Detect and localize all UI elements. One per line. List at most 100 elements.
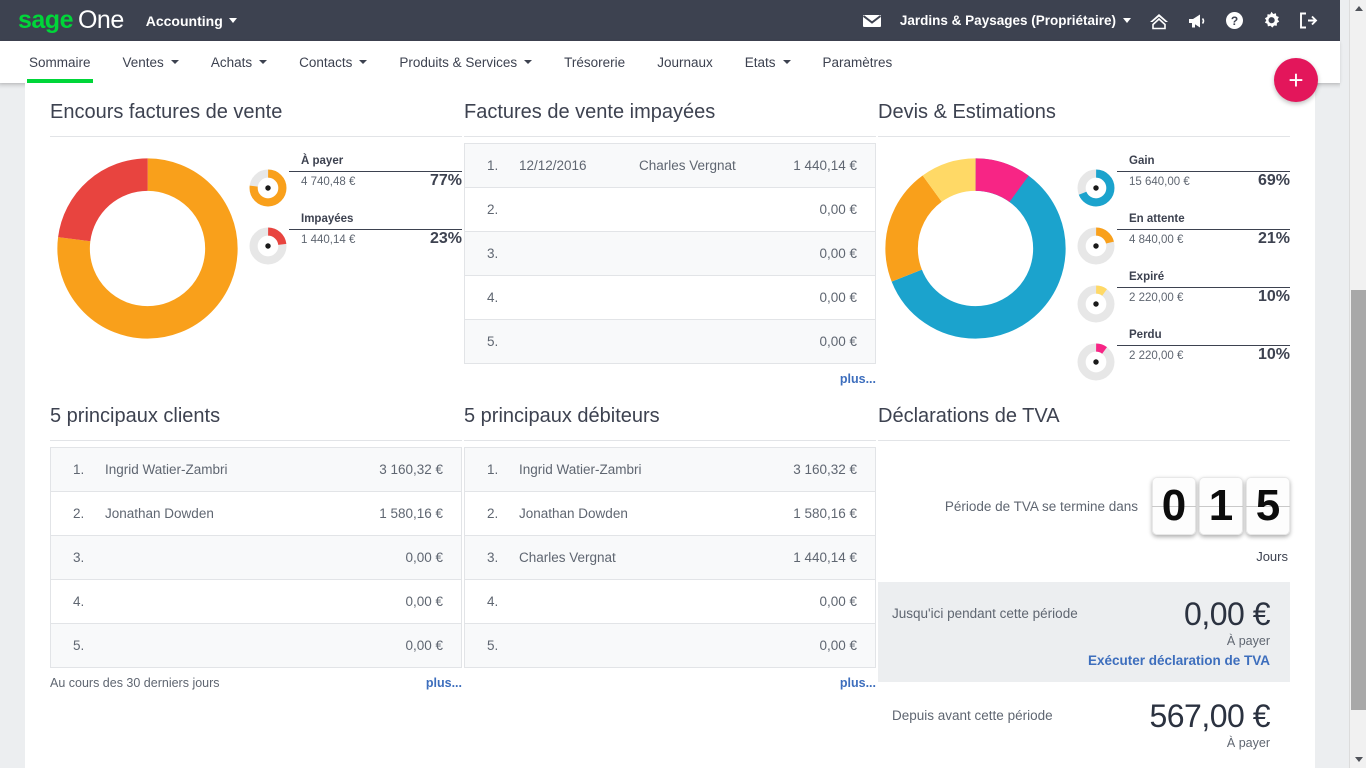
- sage-one-logo[interactable]: sage One: [18, 6, 124, 35]
- nav-item-journaux[interactable]: Journaux: [643, 41, 727, 83]
- nav-item-ventes[interactable]: Ventes: [109, 41, 193, 83]
- nav-item-produits-services[interactable]: Produits & Services: [385, 41, 546, 83]
- previous-period-values: 567,00 € À payer: [1149, 698, 1270, 750]
- nav-item-tresorerie[interactable]: Trésorerie: [550, 41, 639, 83]
- row-amount: 0,00 €: [819, 246, 857, 261]
- row-amount: 1 580,16 €: [793, 506, 857, 521]
- legend-label: Expiré: [1129, 271, 1165, 283]
- legend-item[interactable]: À payer 4 740,48 € 77%: [249, 155, 462, 213]
- table-row[interactable]: 5. 0,00 €: [51, 624, 461, 668]
- legend-percent: 23%: [429, 230, 462, 247]
- table-row[interactable]: 2. Jonathan Dowden 1 580,16 €: [51, 492, 461, 536]
- legend-item[interactable]: Expiré 2 220,00 € 10%: [1077, 271, 1290, 329]
- table-row[interactable]: 3. Charles Vergnat 1 440,14 €: [465, 536, 875, 580]
- row-amount: 1 440,14 €: [793, 550, 857, 565]
- nav-label: Trésorerie: [564, 54, 626, 70]
- nav-item-contacts[interactable]: Contacts: [285, 41, 381, 83]
- legend-label: À payer: [301, 155, 344, 167]
- scroll-up-arrow[interactable]: [1350, 0, 1366, 17]
- table-row[interactable]: 4. 0,00 €: [465, 580, 875, 624]
- company-name: Jardins & Paysages (Propriétaire): [899, 13, 1116, 28]
- table-row[interactable]: 3. 0,00 €: [465, 232, 875, 276]
- vat-countdown: Période de TVA se termine dans 0 1 5: [878, 447, 1290, 535]
- page-root: sage One Accounting Jardins & Paysages (…: [0, 0, 1366, 768]
- home-icon[interactable]: [1149, 12, 1169, 30]
- footnote: Au cours des 30 derniers jours: [50, 676, 220, 690]
- row-index: 4.: [487, 594, 499, 609]
- row-index: 2.: [487, 506, 499, 521]
- logo-sage-text: sage: [18, 6, 73, 34]
- row-amount: 0,00 €: [405, 638, 443, 653]
- nav-item-achats[interactable]: Achats: [197, 41, 281, 83]
- triangle-down-icon: [1354, 757, 1363, 762]
- legend-item[interactable]: Perdu 2 220,00 € 10%: [1077, 329, 1290, 387]
- nav-label: Journaux: [657, 54, 713, 70]
- add-new-button[interactable]: +: [1274, 58, 1318, 102]
- table-row[interactable]: 3. 0,00 €: [51, 536, 461, 580]
- nav-item-sommaire[interactable]: Sommaire: [15, 41, 105, 83]
- row-amount: 1 580,16 €: [379, 506, 443, 521]
- legend-amount: 1 440,14 €: [301, 234, 356, 246]
- legend-amount: 2 220,00 €: [1129, 292, 1184, 304]
- megaphone-icon[interactable]: [1187, 13, 1207, 29]
- page-scrollbar[interactable]: [1349, 0, 1366, 768]
- logout-icon[interactable]: [1299, 12, 1318, 29]
- legend-item[interactable]: En attente 4 840,00 € 21%: [1077, 213, 1290, 271]
- table-row[interactable]: 4. 0,00 €: [51, 580, 461, 624]
- legend-percent: 77%: [429, 172, 462, 189]
- legend-amount: 2 220,00 €: [1129, 350, 1184, 362]
- table-row[interactable]: 2. 0,00 €: [465, 188, 875, 232]
- chart-and-legend: À payer 4 740,48 € 77% Impayées 1 440,14…: [50, 143, 462, 351]
- legend-outstanding: À payer 4 740,48 € 77% Impayées 1 440,14…: [245, 151, 462, 271]
- row-amount: 0,00 €: [819, 202, 857, 217]
- table-row[interactable]: 1. Ingrid Watier-Zambri 3 160,32 €: [465, 448, 875, 492]
- main-navigation: Sommaire Ventes Achats Contacts Produits…: [0, 41, 1340, 83]
- nav-label: Achats: [210, 54, 253, 70]
- nav-label: Etats: [744, 54, 776, 70]
- svg-text:?: ?: [1231, 14, 1238, 28]
- dashboard-row-bottom: 5 principaux clients 1. Ingrid Watier-Za…: [50, 387, 1290, 750]
- table-row[interactable]: 2. Jonathan Dowden 1 580,16 €: [465, 492, 875, 536]
- scroll-down-arrow[interactable]: [1350, 751, 1366, 768]
- table-row[interactable]: 4. 0,00 €: [465, 276, 875, 320]
- table-row[interactable]: 1. 12/12/2016 Charles Vergnat 1 440,14 €: [465, 144, 875, 188]
- card-top-debtors: 5 principaux débiteurs 1. Ingrid Watier-…: [464, 387, 876, 750]
- card-title: Déclarations de TVA: [878, 405, 1060, 427]
- nav-label: Ventes: [122, 54, 164, 70]
- product-switcher[interactable]: Accounting: [146, 13, 237, 29]
- mini-donut-icon: [249, 227, 287, 270]
- row-index: 2.: [487, 202, 499, 217]
- envelope-icon[interactable]: [862, 14, 882, 28]
- run-vat-return-link[interactable]: Exécuter déclaration de TVA: [1088, 653, 1270, 668]
- legend-percent: 69%: [1257, 172, 1290, 189]
- row-index: 5.: [73, 638, 85, 653]
- plus-icon: +: [1288, 65, 1304, 95]
- table-row[interactable]: 5. 0,00 €: [465, 320, 875, 364]
- chevron-down-icon: [524, 60, 533, 64]
- table-row[interactable]: 5. 0,00 €: [465, 624, 875, 668]
- mini-donut-icon: [1077, 169, 1115, 212]
- row-index: 1.: [487, 158, 499, 173]
- row-index: 3.: [487, 246, 499, 261]
- legend-amount: 15 640,00 €: [1129, 176, 1190, 188]
- more-link[interactable]: plus...: [840, 372, 876, 386]
- divider: [464, 136, 876, 137]
- scrollbar-thumb[interactable]: [1351, 290, 1366, 710]
- more-link[interactable]: plus...: [840, 676, 876, 690]
- card-unpaid-invoices: Factures de vente impayées 1. 12/12/2016…: [464, 83, 876, 387]
- company-selector[interactable]: Jardins & Paysages (Propriétaire): [900, 13, 1131, 28]
- nav-item-etats[interactable]: Etats: [731, 41, 805, 83]
- legend-amount: 4 840,00 €: [1129, 234, 1184, 246]
- card-title: Encours factures de vente: [50, 101, 283, 123]
- row-date: 12/12/2016: [519, 158, 587, 173]
- more-link[interactable]: plus...: [426, 676, 462, 690]
- row-amount: 0,00 €: [819, 638, 857, 653]
- gear-icon[interactable]: [1262, 11, 1281, 30]
- legend-item[interactable]: Gain 15 640,00 € 69%: [1077, 155, 1290, 213]
- help-icon[interactable]: ?: [1225, 11, 1244, 30]
- top-header-bar: sage One Accounting Jardins & Paysages (…: [0, 0, 1340, 41]
- nav-item-parametres[interactable]: Paramètres: [809, 41, 907, 83]
- legend-label: Gain: [1129, 155, 1155, 167]
- legend-item[interactable]: Impayées 1 440,14 € 23%: [249, 213, 462, 271]
- table-row[interactable]: 1. Ingrid Watier-Zambri 3 160,32 €: [51, 448, 461, 492]
